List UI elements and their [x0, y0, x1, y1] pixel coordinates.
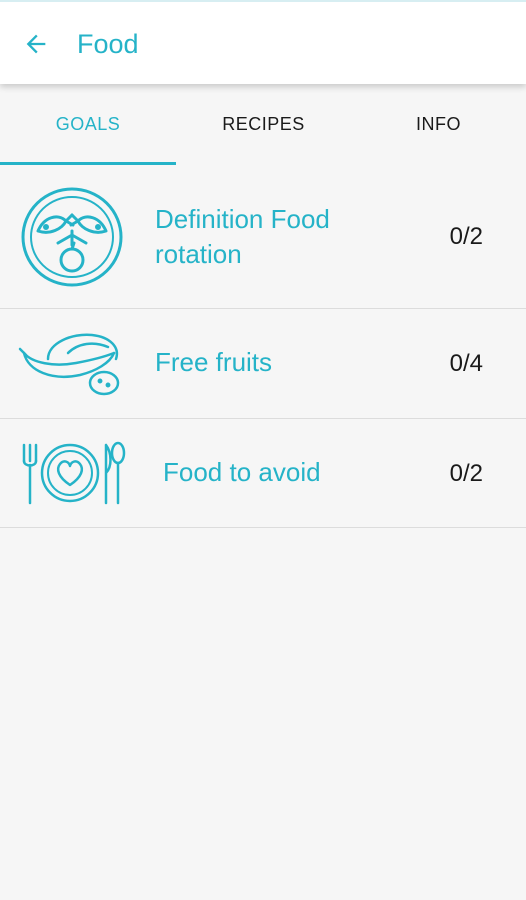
goal-label: Free fruits [155, 347, 273, 377]
tab-info-label: INFO [416, 114, 461, 134]
goal-count: 0/2 [449, 223, 483, 250]
goal-item-food-to-avoid[interactable]: Food to avoid 0/2 [0, 419, 526, 528]
back-button[interactable] [16, 24, 56, 64]
top-app-bar: Food [0, 0, 526, 84]
goal-label: Food to avoid [163, 457, 321, 487]
goal-count: 0/2 [449, 460, 483, 487]
fruits-icon [18, 329, 126, 399]
tab-bar: GOALS RECIPES INFO [0, 84, 526, 165]
tab-goals[interactable]: GOALS [0, 84, 176, 165]
goal-count: 0/4 [449, 350, 483, 377]
app-screen: Food GOALS RECIPES INFO Definition Food … [0, 0, 526, 900]
goal-item-food-rotation[interactable]: Definition Food rotation 0/2 [0, 165, 526, 309]
plate-fish-fruit-icon [18, 185, 126, 289]
tab-goals-label: GOALS [55, 114, 121, 134]
page-title: Food [77, 29, 139, 59]
tab-recipes[interactable]: RECIPES [176, 84, 351, 165]
goals-list: Definition Food rotation 0/2 Free fruits… [0, 165, 526, 528]
goal-label: Definition Food rotation [155, 204, 330, 269]
tab-recipes-label: RECIPES [222, 114, 305, 134]
plate-heart-cutlery-icon [18, 437, 130, 507]
arrow-left-icon [26, 34, 46, 54]
tab-info[interactable]: INFO [351, 84, 526, 165]
goal-item-free-fruits[interactable]: Free fruits 0/4 [0, 309, 526, 419]
